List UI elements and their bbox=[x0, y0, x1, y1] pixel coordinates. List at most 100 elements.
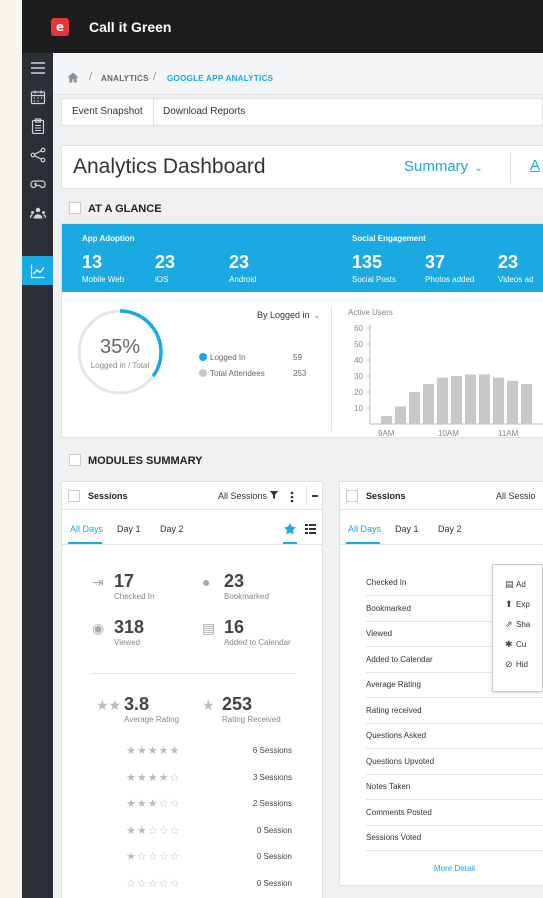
stat-label: Rating Received bbox=[222, 715, 281, 724]
tab-download-reports[interactable]: Download Reports bbox=[153, 99, 255, 125]
y-tick-label: 40 bbox=[354, 356, 363, 365]
collapse-icon[interactable] bbox=[312, 495, 318, 497]
share-icon: ⇗ bbox=[505, 619, 513, 629]
home-icon[interactable] bbox=[67, 72, 79, 83]
adoption-bar: App Adoption 13 Mobile Web 23 iOS 23 And… bbox=[62, 224, 543, 292]
menu-item-add[interactable]: ▤ Ad bbox=[505, 579, 526, 590]
android-label: Android bbox=[229, 275, 257, 284]
share-icon[interactable] bbox=[22, 140, 53, 169]
stat-value: 16 bbox=[224, 617, 245, 637]
tab-day-2[interactable]: Day 2 bbox=[160, 524, 184, 534]
summary-label: Summary bbox=[404, 158, 469, 175]
sidebar bbox=[22, 53, 53, 898]
bookmark-icon: ● bbox=[202, 574, 211, 590]
clipboard-icon[interactable] bbox=[22, 111, 53, 140]
stat-value: 23 bbox=[224, 571, 245, 591]
app-frame: e Call it Green / ANALYTICS / GOOGLE APP… bbox=[0, 0, 543, 898]
upload-icon: ⬆ bbox=[505, 599, 513, 609]
stat-value: 17 bbox=[114, 571, 135, 591]
legend-logged-in: Logged In 59 bbox=[199, 353, 302, 362]
star-rating-count: 0 Session bbox=[256, 852, 292, 861]
bar bbox=[395, 406, 406, 424]
card-options-menu: ▤ Ad ⬆ Exp ⇗ Sha ✱ Cu ⊘ Hid bbox=[492, 564, 543, 692]
logged-in-label: Logged in / Total bbox=[90, 361, 150, 370]
top-bar: e Call it Green bbox=[22, 0, 543, 53]
stat-value: 3.8 bbox=[124, 694, 150, 714]
gamepad-icon[interactable] bbox=[22, 169, 53, 198]
stat-value: 253 bbox=[222, 694, 253, 714]
star-rating-count: 3 Sessions bbox=[252, 772, 292, 782]
more-detail-link[interactable]: More Detail bbox=[434, 864, 475, 873]
tab-day-2[interactable]: Day 2 bbox=[438, 524, 462, 534]
bar bbox=[423, 384, 434, 424]
header-divider bbox=[306, 486, 307, 506]
menu-item-label: Sha bbox=[516, 620, 531, 629]
legend-dot bbox=[199, 369, 207, 377]
card-header: Sessions All Sessions bbox=[62, 482, 322, 510]
breadcrumb-separator: / bbox=[89, 71, 93, 83]
breadcrumb-google-app-analytics[interactable]: GOOGLE APP ANALYTICS bbox=[167, 74, 273, 83]
card-checkbox[interactable] bbox=[68, 490, 80, 502]
stat-value: 318 bbox=[114, 617, 145, 637]
tab-divider bbox=[340, 544, 543, 545]
next-view-tab[interactable]: A bbox=[530, 157, 540, 174]
star-icon[interactable] bbox=[284, 523, 296, 534]
tab-all-days[interactable]: All Days bbox=[70, 524, 103, 534]
tab-day-1[interactable]: Day 1 bbox=[395, 524, 419, 534]
tab-event-snapshot[interactable]: Event Snapshot bbox=[62, 99, 154, 125]
menu-icon[interactable] bbox=[22, 53, 53, 82]
social-engagement-heading: Social Engagement bbox=[352, 234, 426, 243]
videos-label: Videos ad bbox=[498, 275, 534, 284]
star-rating-0: ☆☆☆☆☆ bbox=[126, 877, 181, 890]
x-tick-label: 9AM bbox=[378, 429, 395, 438]
tab-divider bbox=[62, 544, 322, 545]
people-icon[interactable] bbox=[22, 198, 53, 227]
sessions-filter[interactable]: All Sessio bbox=[496, 491, 536, 501]
logged-in-filter-label: By Logged in bbox=[257, 310, 310, 320]
legend-label: Total Attendees bbox=[210, 369, 265, 378]
page-title: Analytics Dashboard bbox=[73, 155, 266, 178]
modules-summary-checkbox[interactable] bbox=[69, 454, 81, 466]
sessions-filter[interactable]: All Sessions bbox=[218, 491, 278, 501]
tab-day-1[interactable]: Day 1 bbox=[117, 524, 141, 534]
stat-label: Added to Calendar bbox=[224, 638, 291, 647]
menu-item-export[interactable]: ⬆ Exp bbox=[505, 599, 530, 610]
social-posts-count: 135 bbox=[352, 252, 383, 272]
logged-in-filter[interactable]: By Logged in ⌄ bbox=[257, 310, 320, 320]
ios-label: iOS bbox=[155, 275, 169, 284]
at-a-glance-panel: App Adoption 13 Mobile Web 23 iOS 23 And… bbox=[61, 223, 543, 438]
menu-item-customize[interactable]: ✱ Cu bbox=[505, 639, 526, 650]
logged-in-percent: 35% bbox=[99, 336, 141, 358]
table-row: Notes Taken bbox=[366, 774, 543, 800]
menu-item-hide[interactable]: ⊘ Hid bbox=[505, 659, 528, 670]
mobile-web-count: 13 bbox=[82, 252, 103, 272]
gear-icon: ✱ bbox=[505, 639, 513, 649]
calendar-icon[interactable] bbox=[22, 82, 53, 111]
star-rating-3: ★★★☆☆ bbox=[126, 798, 181, 810]
y-tick-label: 30 bbox=[354, 372, 363, 381]
star-rating-count: 6 Sessions bbox=[252, 746, 292, 755]
panel-divider bbox=[331, 306, 332, 431]
list-icon[interactable] bbox=[305, 524, 316, 534]
at-a-glance-checkbox[interactable] bbox=[69, 202, 81, 214]
calendar-icon: ▤ bbox=[202, 620, 216, 636]
summary-dropdown[interactable]: Summary ⌄ bbox=[404, 158, 483, 175]
mobile-web-label: Mobile Web bbox=[82, 275, 125, 284]
menu-item-label: Cu bbox=[516, 640, 527, 649]
bar bbox=[507, 380, 518, 424]
dashboard-header: Analytics Dashboard Summary ⌄ A bbox=[61, 145, 543, 189]
star-rating-count: 0 Session bbox=[256, 878, 292, 888]
photos-label: Photos added bbox=[425, 275, 475, 284]
viewed-stat: ◉ 318 Viewed bbox=[92, 617, 145, 647]
analytics-icon[interactable] bbox=[22, 256, 53, 285]
card-checkbox[interactable] bbox=[346, 490, 358, 502]
android-count: 23 bbox=[229, 252, 250, 272]
more-vertical-icon[interactable] bbox=[290, 491, 294, 503]
breadcrumb-analytics[interactable]: ANALYTICS bbox=[101, 74, 149, 83]
menu-item-share[interactable]: ⇗ Sha bbox=[505, 619, 530, 630]
ios-count: 23 bbox=[155, 252, 176, 272]
legend-dot bbox=[199, 353, 207, 361]
app-logo[interactable]: e bbox=[51, 18, 69, 36]
card-title: Sessions bbox=[88, 491, 128, 501]
tab-all-days[interactable]: All Days bbox=[348, 524, 381, 534]
